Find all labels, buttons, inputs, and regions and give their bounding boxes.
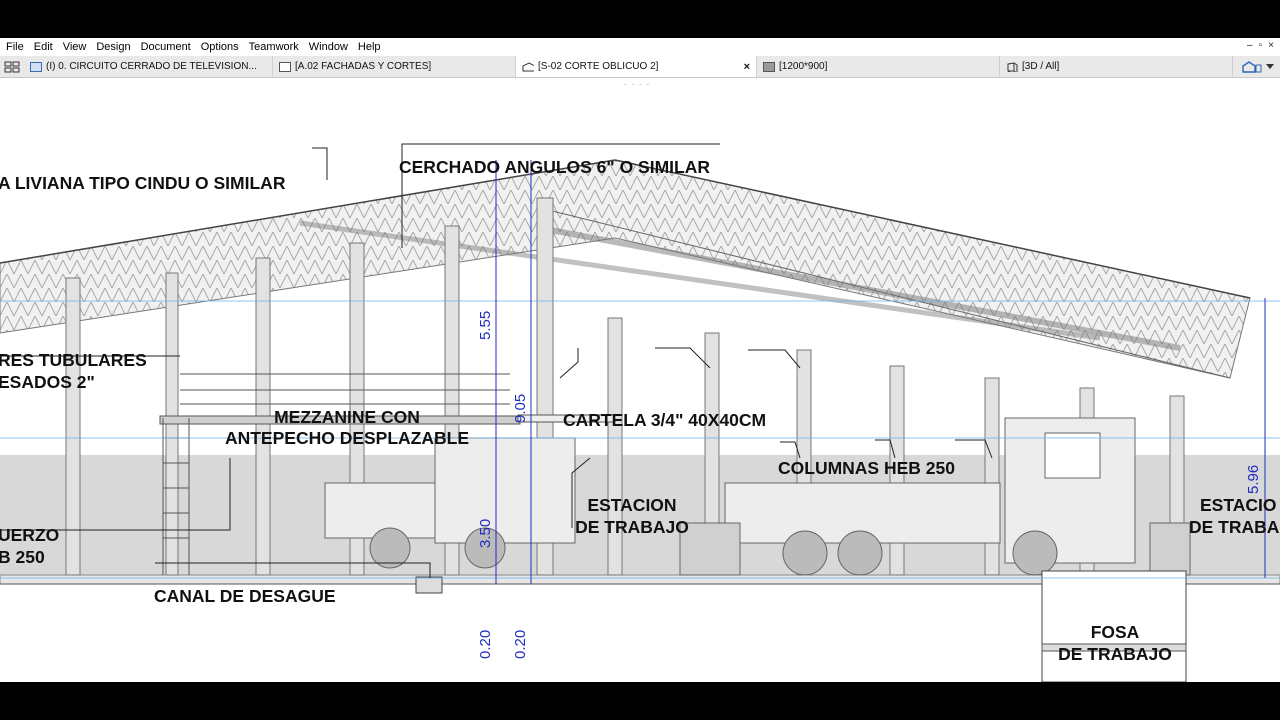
tab-label: [1200*900]: [779, 61, 828, 72]
annotation-roof-cover: A LIVIANA TIPO CINDU O SIMILAR: [0, 173, 286, 193]
leader-cartela: [748, 349, 801, 369]
tab-worksheet[interactable]: [1200*900]: [757, 56, 1000, 77]
section-icon: [522, 61, 534, 71]
dimension-5-55: 5.55: [477, 310, 494, 340]
annotation-mezzanine-line2: ANTEPECHO DESPLAZABLE: [224, 428, 470, 448]
tab-label: [3D / All]: [1022, 61, 1060, 72]
tab-label: [A.02 FACHADAS Y CORTES]: [295, 61, 432, 72]
annotation-reinforce-line1: UERZO: [0, 525, 60, 545]
workstation-cabinet: [1149, 522, 1191, 576]
dimension-9-05: 9.05: [512, 393, 529, 423]
annotation-columns: COLUMNAS HEB 250: [778, 458, 955, 478]
annotation-pit-line1: FOSA: [1090, 622, 1140, 642]
menu-file[interactable]: File: [0, 38, 29, 56]
drain-channel: [415, 576, 443, 594]
annotation-drain: CANAL DE DESAGUE: [154, 586, 336, 606]
menu-help[interactable]: Help: [353, 38, 386, 56]
tab-fachadas[interactable]: [A.02 FACHADAS Y CORTES]: [273, 56, 516, 77]
tab-3d[interactable]: [3D / All]: [1000, 56, 1233, 77]
annotation-station-line1: ESTACION: [587, 495, 677, 515]
annotation-tubular-line1: RES TUBULARES: [0, 350, 147, 370]
annotation-station2-line1: ESTACIO: [1200, 495, 1277, 515]
annotation-station-line2: DE TRABAJO: [575, 517, 689, 537]
layout-icon: [279, 61, 291, 72]
menu-bar: File Edit View Design Document Options T…: [0, 38, 1280, 56]
dimension-0-20-b: 0.20: [512, 629, 529, 659]
truck-wheel: [782, 530, 828, 576]
truck-cab: [434, 437, 576, 544]
video-letterbox-top: [0, 0, 1280, 38]
tab-label: [S-02 CORTE OBLICUO 2]: [538, 61, 659, 72]
annotation-truss: CERCHADO ANGULOS 6" O SIMILAR: [399, 157, 710, 177]
annotation-tubular-line2: ESADOS 2": [0, 372, 95, 392]
dimension-5-96: 5.96: [1245, 464, 1262, 494]
menu-view[interactable]: View: [58, 38, 92, 56]
annotation-mezzanine-line1: MEZZANINE CON: [274, 407, 420, 427]
truck-body: [324, 482, 436, 539]
annotation-cartela: CARTELA 3/4" 40X40CM: [563, 410, 767, 430]
navigator-home-icon: [1242, 60, 1262, 73]
menu-teamwork[interactable]: Teamwork: [244, 38, 304, 56]
close-icon[interactable]: ×: [1268, 40, 1274, 51]
view-tab-bar: (I) 0. CIRCUITO CERRADO DE TELEVISION...…: [0, 56, 1280, 78]
mezzanine-railing: [180, 373, 510, 405]
truck-wheel: [369, 527, 411, 569]
truck-window: [1044, 432, 1101, 479]
menu-document[interactable]: Document: [136, 38, 196, 56]
menu-design[interactable]: Design: [91, 38, 135, 56]
tab-cctv-plan[interactable]: (I) 0. CIRCUITO CERRADO DE TELEVISION...: [24, 56, 273, 77]
menu-window[interactable]: Window: [304, 38, 353, 56]
tab-navigator[interactable]: [0, 56, 24, 77]
video-letterbox-bottom: [0, 682, 1280, 720]
tab-corte-oblicuo[interactable]: [S-02 CORTE OBLICUO 2] ×: [516, 56, 757, 77]
section-drawing-canvas[interactable]: - - - - A LIVIANA TIPO CINDU O SIMILAR C…: [0, 78, 1280, 682]
window-controls: – ▫ ×: [1247, 40, 1274, 51]
annotation-station2-line2: DE TRABA: [1189, 517, 1280, 537]
view-map-dropdown[interactable]: [1235, 56, 1280, 77]
tab-label: (I) 0. CIRCUITO CERRADO DE TELEVISION...: [46, 61, 257, 72]
dimension-0-20-a: 0.20: [477, 629, 494, 659]
chevron-down-icon: [1266, 63, 1274, 69]
menu-edit[interactable]: Edit: [29, 38, 58, 56]
archicad-window: File Edit View Design Document Options T…: [0, 38, 1280, 682]
annotation-reinforce-line2: B 250: [0, 547, 45, 567]
annotation-pit-line2: DE TRABAJO: [1058, 644, 1172, 664]
truck-wheel: [837, 530, 883, 576]
3d-view-icon: [1007, 61, 1018, 72]
worksheet-icon: [763, 61, 775, 72]
truck-wheel: [1012, 530, 1058, 576]
leader-roof-cover: [312, 147, 328, 180]
column: [984, 377, 1000, 576]
tab-close-icon[interactable]: ×: [744, 61, 750, 73]
minimize-icon[interactable]: –: [1247, 40, 1253, 51]
floor-plan-icon: [30, 61, 42, 72]
menu-options[interactable]: Options: [196, 38, 244, 56]
grid-view-icon: [4, 61, 20, 72]
restore-icon[interactable]: ▫: [1259, 40, 1263, 51]
dimension-3-50: 3.50: [477, 518, 494, 548]
leader-cartela: [655, 347, 711, 369]
top-resize-grip[interactable]: - - - -: [624, 79, 651, 89]
leader-cartela: [559, 348, 579, 379]
